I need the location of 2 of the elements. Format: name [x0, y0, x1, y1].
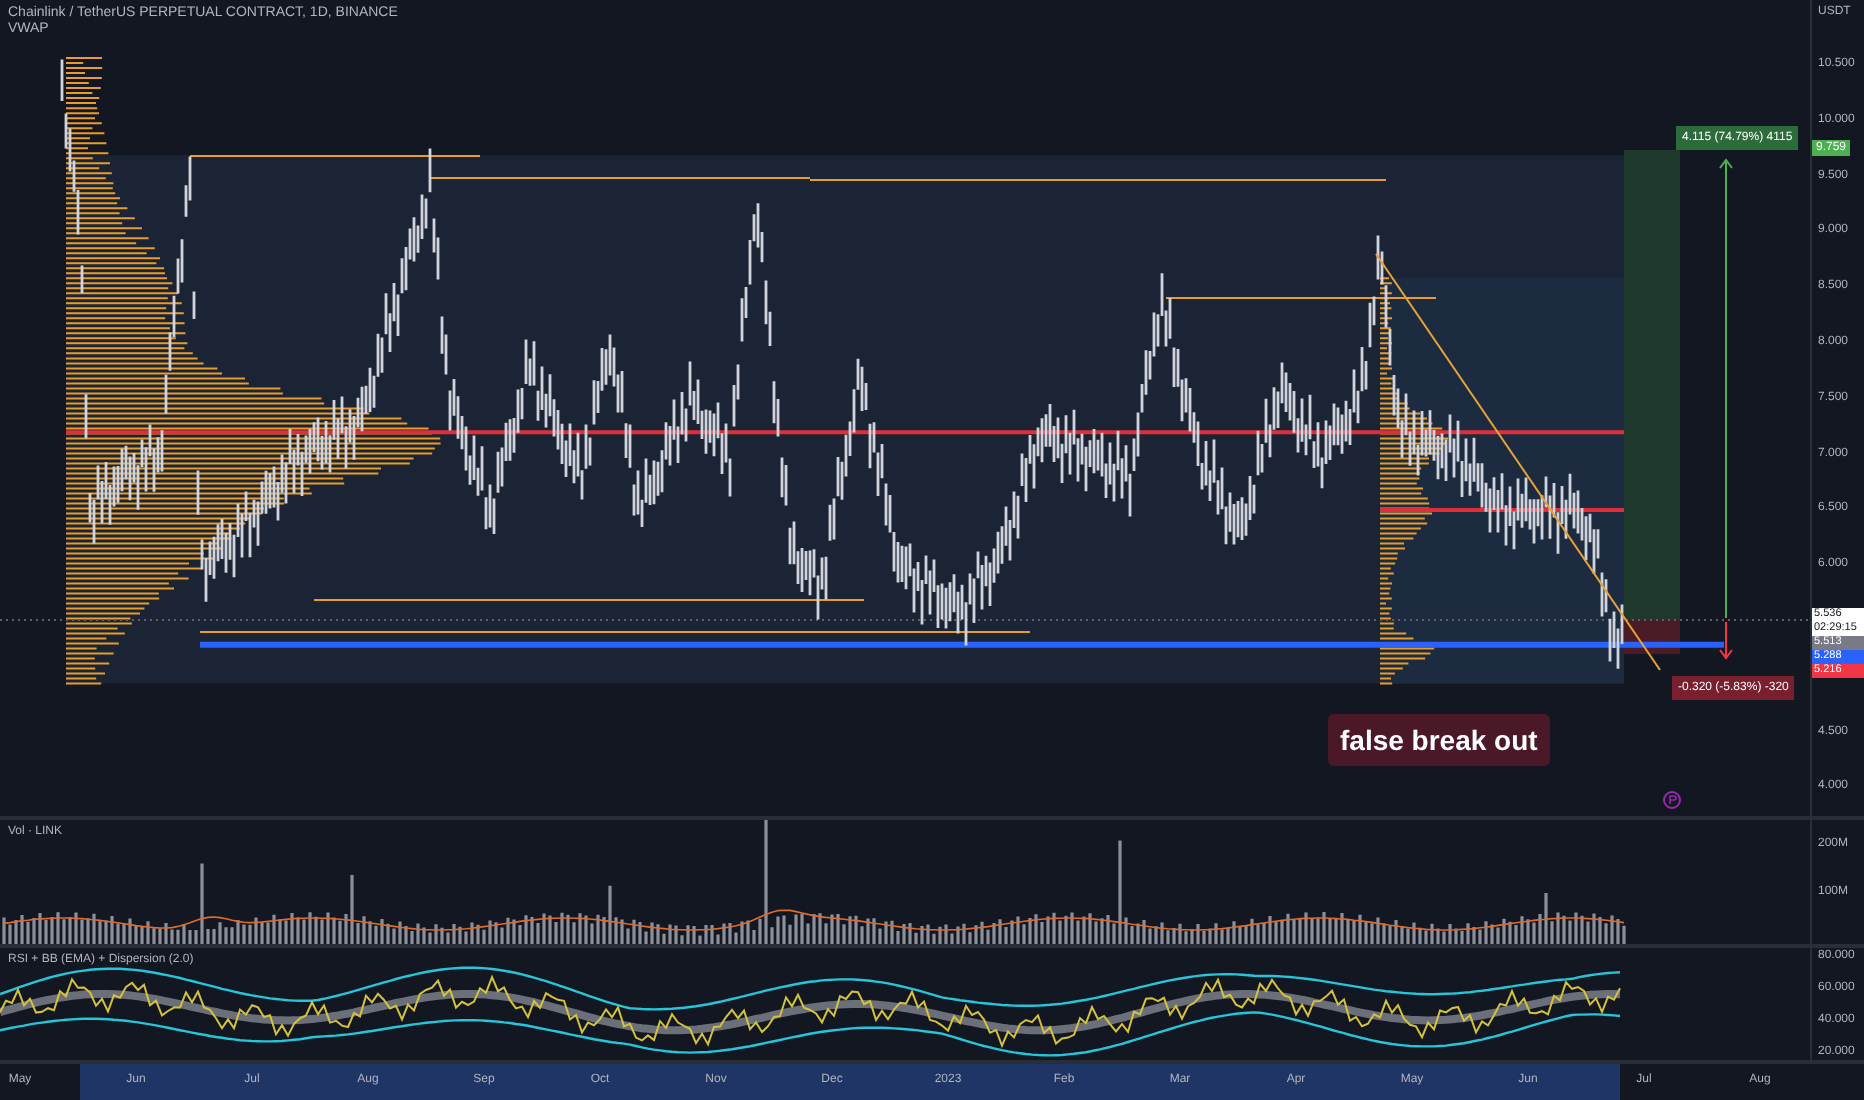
p-circle-icon[interactable] — [1663, 791, 1681, 809]
annotation-label: false break out — [1328, 714, 1550, 766]
